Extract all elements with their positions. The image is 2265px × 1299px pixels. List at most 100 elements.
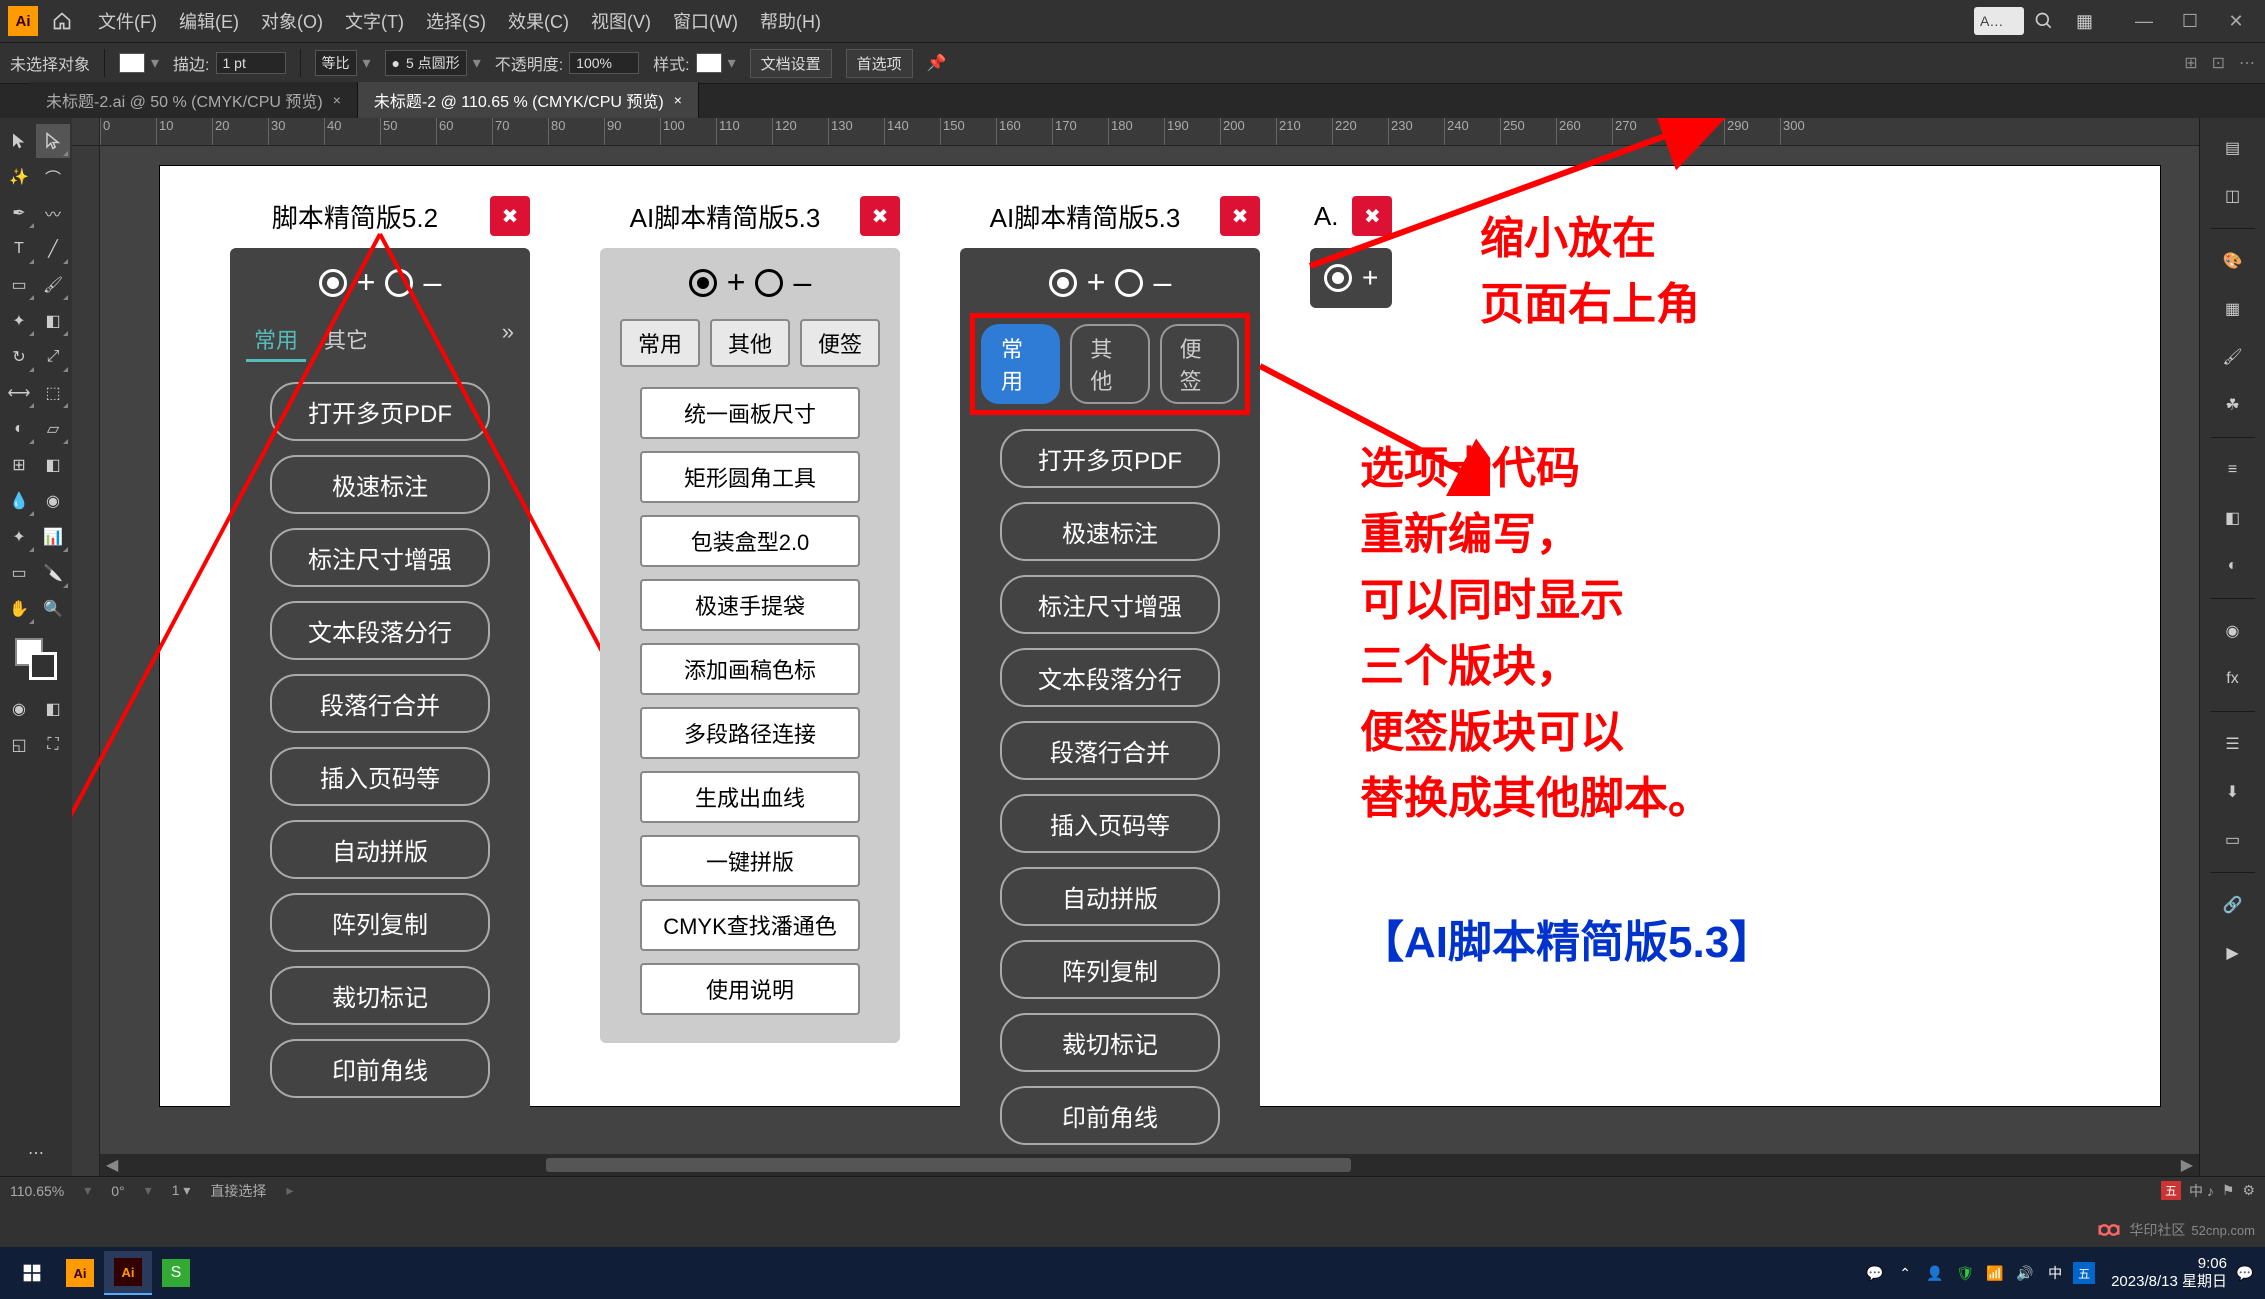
width-tool[interactable]: ⟷: [2, 376, 36, 410]
script-button[interactable]: 印前角线: [1000, 1086, 1220, 1145]
mesh-tool[interactable]: ⊞: [2, 448, 36, 482]
maximize-button[interactable]: ☐: [2169, 7, 2211, 35]
properties-panel-icon[interactable]: ▤: [2211, 126, 2255, 170]
script-button[interactable]: 阵列复制: [1000, 940, 1220, 999]
script-button[interactable]: 统一画板尺寸: [640, 387, 860, 439]
script-button[interactable]: 标注尺寸增强: [1000, 575, 1220, 634]
symbols-panel-icon[interactable]: ☘: [2211, 383, 2255, 427]
tray-ime-icon[interactable]: 中: [2043, 1261, 2067, 1285]
rotate-tool[interactable]: ↻: [2, 340, 36, 374]
tab-notes[interactable]: 便签: [1160, 324, 1239, 404]
gradient-panel-icon[interactable]: ◧: [2211, 496, 2255, 540]
type-tool[interactable]: T: [2, 232, 36, 266]
rotate-value[interactable]: 0°: [111, 1183, 124, 1199]
script-button[interactable]: 裁切标记: [270, 966, 490, 1025]
screen-mode-icon[interactable]: ⛶: [36, 728, 70, 762]
rectangle-tool[interactable]: ▭: [2, 268, 36, 302]
libraries-panel-icon[interactable]: ◫: [2211, 174, 2255, 218]
fill-swatch[interactable]: [119, 53, 145, 73]
close-icon[interactable]: ✖: [1220, 196, 1260, 236]
home-icon[interactable]: [46, 5, 78, 37]
start-button[interactable]: [8, 1251, 56, 1295]
menu-object[interactable]: 对象(O): [261, 8, 323, 34]
script-button[interactable]: 极速手提袋: [640, 579, 860, 631]
taskbar-clock[interactable]: 9:06 2023/8/13 星期日: [2111, 1255, 2227, 1291]
tab-notes[interactable]: 便签: [800, 319, 880, 367]
actions-panel-icon[interactable]: ▶: [2211, 931, 2255, 975]
radio-dark[interactable]: [1049, 269, 1077, 297]
swatches-panel-icon[interactable]: ▦: [2211, 287, 2255, 331]
document-tab[interactable]: 未标题-2.ai @ 50 % (CMYK/CPU 预览)×: [30, 82, 358, 118]
script-button[interactable]: 使用说明: [640, 963, 860, 1015]
script-button[interactable]: 添加画稿色标: [640, 643, 860, 695]
perspective-tool[interactable]: ▱: [36, 412, 70, 446]
zoom-level[interactable]: 110.65%: [10, 1183, 64, 1199]
blend-tool[interactable]: ◉: [36, 484, 70, 518]
radio-light[interactable]: [755, 269, 783, 297]
radio-dark[interactable]: [689, 269, 717, 297]
menu-help[interactable]: 帮助(H): [760, 8, 821, 34]
close-icon[interactable]: ✖: [860, 196, 900, 236]
tray-chevron-up-icon[interactable]: ⌃: [1893, 1261, 1917, 1285]
edit-toolbar-icon[interactable]: ⋯: [19, 1136, 53, 1170]
minimize-button[interactable]: —: [2123, 7, 2165, 35]
script-button[interactable]: 自动拼版: [1000, 867, 1220, 926]
script-button[interactable]: CMYK查找潘通色: [640, 899, 860, 951]
links-panel-icon[interactable]: 🔗: [2211, 883, 2255, 927]
ime-indicator[interactable]: 五: [2161, 1181, 2181, 1200]
taskbar-app-other[interactable]: S: [152, 1251, 200, 1295]
hand-tool[interactable]: ✋: [2, 592, 36, 626]
color-picker[interactable]: [15, 638, 57, 680]
menu-type[interactable]: 文字(T): [345, 8, 404, 34]
tray-people-icon[interactable]: 👤: [1923, 1261, 1947, 1285]
notification-icon[interactable]: ⚑: [2222, 1182, 2235, 1199]
menu-view[interactable]: 视图(V): [591, 8, 651, 34]
script-button[interactable]: 裁切标记: [1000, 1013, 1220, 1072]
close-icon[interactable]: ×: [674, 92, 682, 108]
more-icon[interactable]: ⋯: [2239, 53, 2255, 73]
eraser-tool[interactable]: ◧: [36, 304, 70, 338]
horizontal-scrollbar[interactable]: ◀ ▶: [100, 1154, 2199, 1176]
color-panel-icon[interactable]: 🎨: [2211, 239, 2255, 283]
magic-wand-tool[interactable]: ✨: [2, 160, 36, 194]
layers-panel-icon[interactable]: ☰: [2211, 722, 2255, 766]
canvas[interactable]: 脚本精简版5.2 ✖ + – 常用 其它 » 打开多页PDF: [100, 146, 2199, 1176]
opacity-input[interactable]: [569, 52, 639, 74]
brush-dropdown[interactable]: ●5 点圆形: [385, 50, 467, 76]
script-button[interactable]: 多段路径连接: [640, 707, 860, 759]
tab-common[interactable]: 常用: [620, 319, 700, 367]
vertical-ruler[interactable]: [72, 146, 100, 1176]
search-icon[interactable]: [2034, 11, 2066, 31]
arrange-icon[interactable]: ▦: [2076, 11, 2093, 32]
script-button[interactable]: 段落行合并: [1000, 721, 1220, 780]
tray-notifications-icon[interactable]: 💬: [2233, 1261, 2257, 1285]
pin-icon[interactable]: 📌: [927, 53, 947, 73]
close-button[interactable]: ✕: [2215, 7, 2257, 35]
script-button[interactable]: 生成出血线: [640, 771, 860, 823]
lasso-tool[interactable]: ⌒: [36, 160, 70, 194]
tray-shield-icon[interactable]: 🛡: [1953, 1261, 1977, 1285]
selection-tool[interactable]: [2, 124, 36, 158]
brush-tool[interactable]: 🖌: [36, 268, 70, 302]
horizontal-ruler[interactable]: 0102030405060708090100110120130140150160…: [100, 118, 2199, 146]
script-button[interactable]: 打开多页PDF: [1000, 429, 1220, 488]
script-button[interactable]: 印前角线: [270, 1039, 490, 1098]
radio-icon[interactable]: [1324, 264, 1352, 292]
artboard-tool[interactable]: ▭: [2, 556, 36, 590]
taskbar-app-ai[interactable]: Ai: [56, 1251, 104, 1295]
artboard-nav[interactable]: 1 ▾: [172, 1182, 191, 1199]
ruler-origin[interactable]: [72, 118, 100, 146]
line-tool[interactable]: ╱: [36, 232, 70, 266]
tab-other[interactable]: 其他: [1070, 324, 1149, 404]
fill-mode-color[interactable]: ◉: [2, 692, 36, 726]
free-transform-tool[interactable]: ⬚: [36, 376, 70, 410]
curvature-tool[interactable]: 〰: [36, 196, 70, 230]
menu-file[interactable]: 文件(F): [98, 8, 157, 34]
close-icon[interactable]: ✖: [490, 196, 530, 236]
asset-export-panel-icon[interactable]: ⬇: [2211, 770, 2255, 814]
script-button[interactable]: 文本段落分行: [1000, 648, 1220, 707]
script-button[interactable]: 包装盒型2.0: [640, 515, 860, 567]
scale-tool[interactable]: ⤢: [36, 340, 70, 374]
menu-window[interactable]: 窗口(W): [673, 8, 738, 34]
brushes-panel-icon[interactable]: 🖌: [2211, 335, 2255, 379]
